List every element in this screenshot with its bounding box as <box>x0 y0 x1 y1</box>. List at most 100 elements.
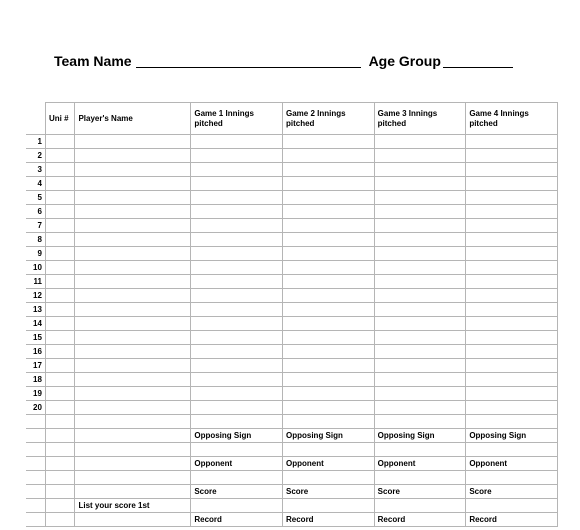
g1-cell[interactable] <box>191 387 283 401</box>
name-cell[interactable] <box>75 149 191 163</box>
g3-cell[interactable] <box>374 387 466 401</box>
g2-cell[interactable] <box>283 303 375 317</box>
g2-cell[interactable] <box>283 345 375 359</box>
opposing-sign-g2[interactable]: Opposing Sign <box>283 429 375 443</box>
g1-cell[interactable] <box>191 247 283 261</box>
uni-cell[interactable] <box>45 205 75 219</box>
name-cell[interactable] <box>75 331 191 345</box>
g3-cell[interactable] <box>374 373 466 387</box>
g3-cell[interactable] <box>374 205 466 219</box>
opponent-g1[interactable]: Opponent <box>191 457 283 471</box>
g2-cell[interactable] <box>283 177 375 191</box>
g4-cell[interactable] <box>466 177 558 191</box>
g4-cell[interactable] <box>466 233 558 247</box>
g1-cell[interactable] <box>191 149 283 163</box>
g3-cell[interactable] <box>374 345 466 359</box>
g3-cell[interactable] <box>374 401 466 415</box>
g3-cell[interactable] <box>374 289 466 303</box>
g1-cell[interactable] <box>191 289 283 303</box>
g4-cell[interactable] <box>466 303 558 317</box>
g2-cell[interactable] <box>283 163 375 177</box>
name-cell[interactable] <box>75 401 191 415</box>
g1-cell[interactable] <box>191 345 283 359</box>
name-cell[interactable] <box>75 233 191 247</box>
opposing-sign-g4[interactable]: Opposing Sign <box>466 429 558 443</box>
score-g2[interactable]: Score <box>283 485 375 499</box>
g1-cell[interactable] <box>191 373 283 387</box>
uni-cell[interactable] <box>45 317 75 331</box>
team-name-field-line[interactable] <box>136 54 361 68</box>
g3-cell[interactable] <box>374 219 466 233</box>
g3-cell[interactable] <box>374 359 466 373</box>
g1-cell[interactable] <box>191 219 283 233</box>
g1-cell[interactable] <box>191 135 283 149</box>
g4-cell[interactable] <box>466 149 558 163</box>
uni-cell[interactable] <box>45 275 75 289</box>
g1-cell[interactable] <box>191 317 283 331</box>
g3-cell[interactable] <box>374 275 466 289</box>
g4-cell[interactable] <box>466 247 558 261</box>
g4-cell[interactable] <box>466 345 558 359</box>
g1-cell[interactable] <box>191 359 283 373</box>
g2-cell[interactable] <box>283 289 375 303</box>
score-g1[interactable]: Score <box>191 485 283 499</box>
g2-cell[interactable] <box>283 149 375 163</box>
g2-cell[interactable] <box>283 317 375 331</box>
g1-cell[interactable] <box>191 275 283 289</box>
uni-cell[interactable] <box>45 345 75 359</box>
name-cell[interactable] <box>75 275 191 289</box>
g1-cell[interactable] <box>191 191 283 205</box>
g2-cell[interactable] <box>283 387 375 401</box>
name-cell[interactable] <box>75 191 191 205</box>
g4-cell[interactable] <box>466 219 558 233</box>
g3-cell[interactable] <box>374 163 466 177</box>
g3-cell[interactable] <box>374 149 466 163</box>
uni-cell[interactable] <box>45 373 75 387</box>
uni-cell[interactable] <box>45 233 75 247</box>
g3-cell[interactable] <box>374 261 466 275</box>
g3-cell[interactable] <box>374 135 466 149</box>
g4-cell[interactable] <box>466 373 558 387</box>
g2-cell[interactable] <box>283 205 375 219</box>
name-cell[interactable] <box>75 387 191 401</box>
record-g2[interactable]: Record <box>283 513 375 527</box>
g2-cell[interactable] <box>283 219 375 233</box>
g1-cell[interactable] <box>191 331 283 345</box>
g2-cell[interactable] <box>283 233 375 247</box>
g2-cell[interactable] <box>283 331 375 345</box>
name-cell[interactable] <box>75 289 191 303</box>
g3-cell[interactable] <box>374 317 466 331</box>
name-cell[interactable] <box>75 177 191 191</box>
g3-cell[interactable] <box>374 247 466 261</box>
uni-cell[interactable] <box>45 219 75 233</box>
g2-cell[interactable] <box>283 247 375 261</box>
uni-cell[interactable] <box>45 163 75 177</box>
name-cell[interactable] <box>75 205 191 219</box>
uni-cell[interactable] <box>45 387 75 401</box>
g1-cell[interactable] <box>191 205 283 219</box>
g4-cell[interactable] <box>466 205 558 219</box>
name-cell[interactable] <box>75 219 191 233</box>
g4-cell[interactable] <box>466 261 558 275</box>
uni-cell[interactable] <box>45 331 75 345</box>
g1-cell[interactable] <box>191 261 283 275</box>
g2-cell[interactable] <box>283 135 375 149</box>
g1-cell[interactable] <box>191 163 283 177</box>
name-cell[interactable] <box>75 247 191 261</box>
g1-cell[interactable] <box>191 177 283 191</box>
name-cell[interactable] <box>75 345 191 359</box>
score-g3[interactable]: Score <box>374 485 466 499</box>
g3-cell[interactable] <box>374 331 466 345</box>
name-cell[interactable] <box>75 373 191 387</box>
g4-cell[interactable] <box>466 135 558 149</box>
g4-cell[interactable] <box>466 317 558 331</box>
uni-cell[interactable] <box>45 135 75 149</box>
uni-cell[interactable] <box>45 359 75 373</box>
age-group-field-line[interactable] <box>443 54 513 68</box>
g2-cell[interactable] <box>283 275 375 289</box>
g4-cell[interactable] <box>466 275 558 289</box>
uni-cell[interactable] <box>45 177 75 191</box>
g3-cell[interactable] <box>374 177 466 191</box>
g4-cell[interactable] <box>466 163 558 177</box>
opponent-g4[interactable]: Opponent <box>466 457 558 471</box>
